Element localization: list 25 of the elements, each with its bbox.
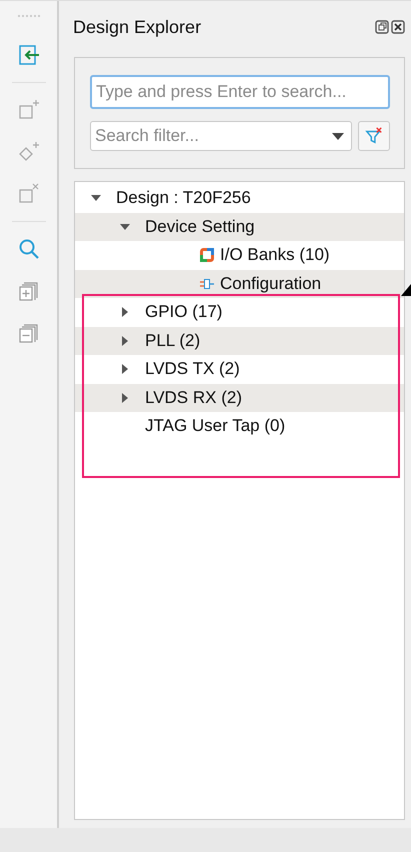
chip-icon (200, 276, 214, 291)
panel-title: Design Explorer (73, 16, 202, 38)
clear-filter-button[interactable] (358, 121, 390, 151)
tree-item[interactable]: PLL (2) (145, 330, 200, 351)
pointer-arrowhead-icon (401, 284, 411, 296)
search-field[interactable]: Type and press Enter to search... (90, 75, 390, 109)
tree-item[interactable]: JTAG User Tap (0) (145, 416, 286, 436)
expanded-arrow-icon[interactable] (91, 193, 101, 204)
collapsed-arrow-icon[interactable] (120, 336, 130, 346)
collapsed-arrow-icon[interactable] (120, 307, 130, 318)
expanded-arrow-icon[interactable] (120, 222, 130, 232)
tree-item[interactable]: I/O Banks (10) (220, 245, 330, 266)
collapsed-arrow-icon[interactable] (120, 364, 130, 374)
close-icon[interactable] (391, 20, 405, 34)
tree-item[interactable]: Design : T20F256 (116, 188, 251, 208)
float-icon[interactable] (375, 20, 389, 34)
caret-icon[interactable] (332, 132, 344, 140)
search-icon[interactable] (16, 237, 40, 261)
funnel-icon (365, 126, 383, 146)
ring-icon (200, 248, 214, 262)
collapsed-arrow-icon[interactable] (120, 392, 130, 403)
filter-dropdown[interactable]: Search filter... (90, 121, 352, 151)
tree-item[interactable]: GPIO (17) (145, 302, 222, 322)
import-icon[interactable] (16, 43, 40, 67)
tree-item[interactable]: LVDS TX (2) (145, 359, 240, 380)
